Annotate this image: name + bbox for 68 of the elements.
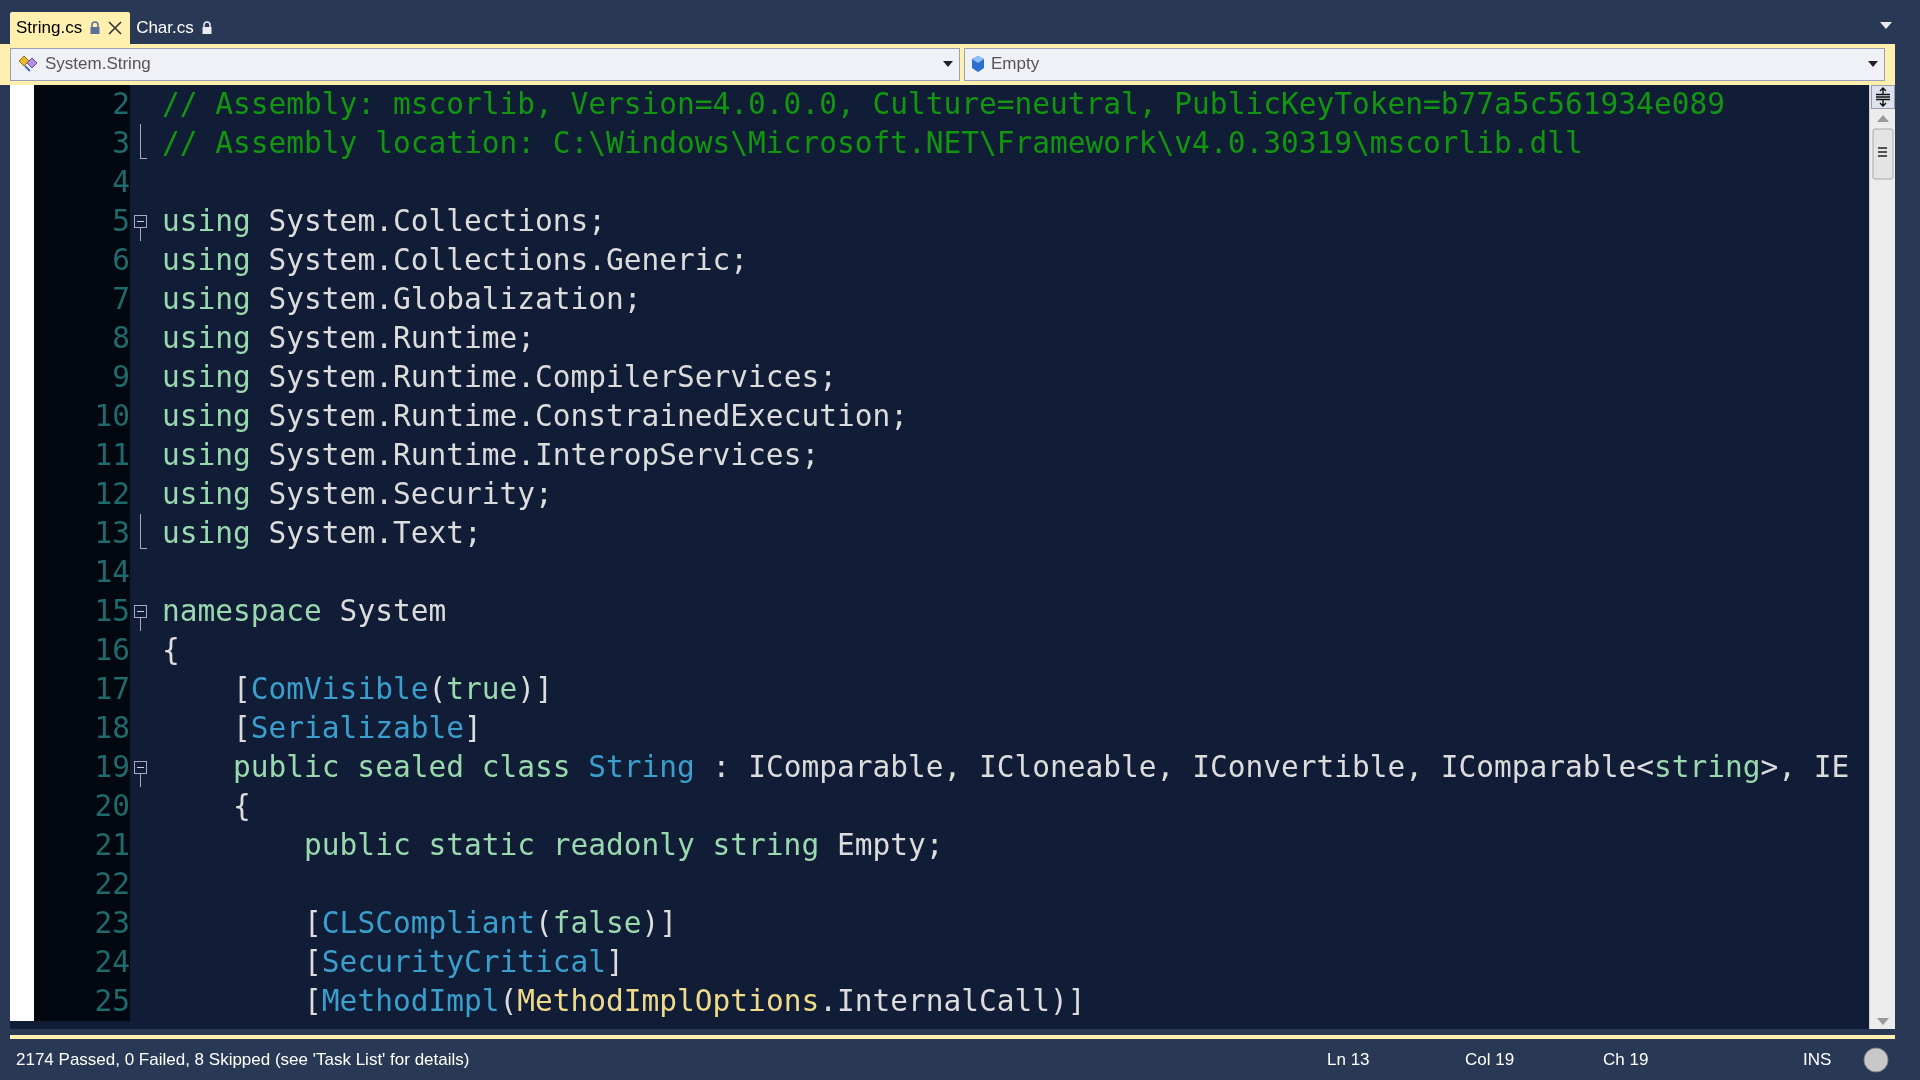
status-message: 2174 Passed, 0 Failed, 8 Skipped (see 'Task List' for details) bbox=[16, 1049, 471, 1070]
line-number: 14 bbox=[94, 553, 130, 591]
line-number: 15 bbox=[94, 592, 130, 630]
close-icon[interactable] bbox=[108, 20, 123, 35]
line-number: 18 bbox=[94, 709, 130, 747]
line-number: 3 bbox=[112, 124, 130, 162]
character-indicator: Ch 19 bbox=[1603, 1049, 1650, 1070]
lock-icon bbox=[201, 21, 212, 35]
vertical-scrollbar[interactable] bbox=[1869, 84, 1895, 1030]
file-tab[interactable]: Char.cs bbox=[130, 11, 220, 44]
line-number: 16 bbox=[94, 631, 130, 669]
code-line: [Serializable] bbox=[232, 709, 482, 747]
line-number: 25 bbox=[94, 982, 130, 1020]
line-number: 22 bbox=[94, 865, 130, 903]
line-number: 17 bbox=[94, 670, 130, 708]
code-line: using System.Runtime; bbox=[162, 319, 535, 357]
line-number: 9 bbox=[112, 358, 130, 396]
status-circle-icon bbox=[1863, 1046, 1889, 1073]
code-line: { bbox=[162, 631, 180, 669]
column-indicator: Col 19 bbox=[1465, 1049, 1516, 1070]
dropdown-caret-icon bbox=[1868, 61, 1878, 68]
file-tab[interactable]: String.cs bbox=[10, 11, 131, 44]
split-icon[interactable] bbox=[1870, 84, 1895, 109]
type-dropdown[interactable]: System.String bbox=[10, 47, 960, 81]
code-line: public static readonly string Empty; bbox=[303, 826, 944, 864]
code-line: using System.Runtime.ConstrainedExecution; bbox=[162, 397, 908, 435]
line-number: 8 bbox=[112, 319, 130, 357]
code-line: [CLSCompliant(false)] bbox=[303, 904, 678, 942]
code-line: using System.Security; bbox=[162, 475, 553, 513]
line-number: 11 bbox=[94, 436, 130, 474]
code-line: [MethodImpl(MethodImplOptions.InternalCall)] bbox=[303, 982, 1086, 1020]
line-number: 20 bbox=[94, 787, 130, 825]
lock-icon bbox=[90, 21, 101, 35]
line-number: 5 bbox=[112, 202, 130, 240]
dropdown-caret-icon[interactable] bbox=[1880, 22, 1892, 29]
collapse-icon[interactable] bbox=[134, 214, 147, 228]
code-line: { bbox=[232, 787, 251, 825]
code-line: [SecurityCritical] bbox=[303, 943, 624, 981]
code-line: using System.Text; bbox=[162, 514, 482, 552]
member-dropdown[interactable]: Empty bbox=[964, 47, 1885, 81]
line-number: 7 bbox=[112, 280, 130, 318]
line-number: 2 bbox=[112, 85, 130, 123]
code-comment: // Assembly location: C:\Windows\Microsoft.NET\Framework\v4.0.30319\mscorlib.dll bbox=[162, 124, 1583, 162]
line-number: 23 bbox=[94, 904, 130, 942]
scroll-thumb[interactable] bbox=[1871, 127, 1894, 180]
line-number: 13 bbox=[94, 514, 130, 552]
dropdown-caret-icon bbox=[943, 61, 953, 68]
code-line: using System.Collections.Generic; bbox=[162, 241, 749, 279]
insert-mode-indicator: INS bbox=[1803, 1049, 1833, 1070]
code-line: public sealed class String : IComparable, ICloneable, IConvertible, IComparable<string>, IE bbox=[232, 748, 1850, 786]
code-line: [ComVisible(true)] bbox=[232, 670, 553, 708]
cube-icon bbox=[971, 55, 985, 74]
line-number: 19 bbox=[94, 748, 130, 786]
code-comment: // Assembly: mscorlib, Version=4.0.0.0, Culture=neutral, PublicKeyToken=b77a5c561934e089 bbox=[162, 85, 1725, 123]
code-line: using System.Collections; bbox=[162, 202, 607, 240]
collapse-icon[interactable] bbox=[134, 604, 147, 618]
code-line: using System.Runtime.CompilerServices; bbox=[162, 358, 837, 396]
code-line: using System.Runtime.InteropServices; bbox=[162, 436, 820, 474]
line-number: 12 bbox=[94, 475, 130, 513]
line-indicator: Ln 13 bbox=[1327, 1049, 1371, 1070]
line-number: 6 bbox=[112, 241, 130, 279]
line-number: 24 bbox=[94, 943, 130, 981]
collapse-icon[interactable] bbox=[134, 760, 147, 774]
code-line: namespace System bbox=[162, 592, 447, 630]
line-number: 4 bbox=[112, 163, 130, 201]
line-number: 21 bbox=[94, 826, 130, 864]
code-line: using System.Globalization; bbox=[162, 280, 642, 318]
line-number: 10 bbox=[94, 397, 130, 435]
